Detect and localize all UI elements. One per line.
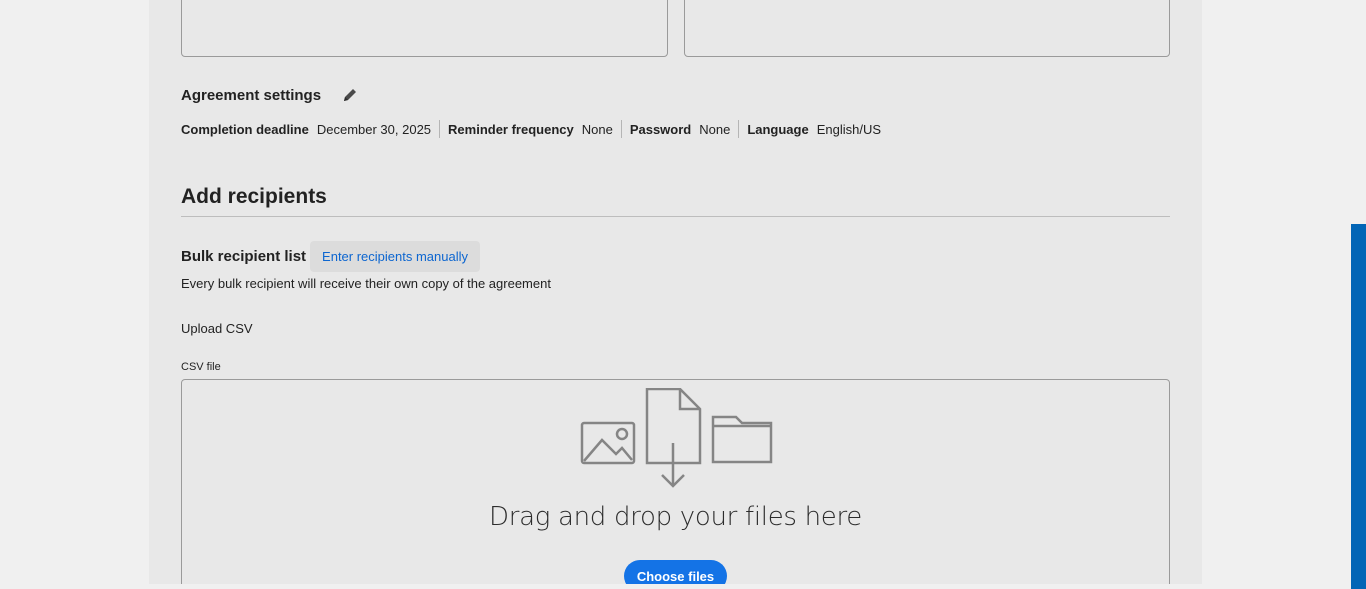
dropzone-illustration — [580, 388, 773, 488]
setting-value: December 30, 2025 — [316, 121, 432, 137]
upload-csv-label: Upload CSV — [181, 321, 253, 336]
pencil-icon[interactable] — [341, 86, 359, 104]
setting-key: Completion deadline — [181, 121, 309, 137]
setting-value: English/US — [816, 121, 882, 137]
bulk-recipient-description: Every bulk recipient will receive their … — [181, 276, 551, 291]
setting-completion-deadline: Completion deadline December 30, 2025 — [181, 120, 439, 138]
agreement-settings-title: Agreement settings — [181, 86, 322, 104]
setting-value: None — [699, 121, 731, 137]
section-divider — [181, 216, 1170, 217]
add-recipients-title: Add recipients — [181, 185, 327, 208]
image-icon — [580, 421, 636, 465]
setting-value: None — [581, 121, 613, 137]
setting-reminder-frequency: Reminder frequency None — [439, 120, 621, 138]
setting-key: Password — [629, 121, 692, 137]
document-download-icon — [645, 388, 702, 488]
setting-language: Language English/US — [738, 120, 889, 138]
agreement-settings-header: Agreement settings — [181, 86, 359, 104]
folder-icon — [711, 415, 773, 464]
bulk-recipient-label: Bulk recipient list — [181, 248, 307, 265]
csv-file-label: CSV file — [181, 361, 221, 373]
setting-key: Language — [747, 121, 809, 137]
agreement-settings-row: Completion deadline December 30, 2025 Re… — [181, 120, 889, 138]
preview-box-left — [181, 0, 668, 57]
side-panel-strip[interactable] — [1351, 224, 1366, 589]
setting-key: Reminder frequency — [448, 121, 574, 137]
main-panel: Agreement settings Completion deadline D… — [149, 0, 1202, 584]
choose-files-button[interactable]: Choose files — [624, 560, 727, 584]
setting-password: Password None — [620, 120, 739, 138]
bulk-recipient-row: Bulk recipient list Enter recipients man… — [181, 241, 481, 272]
dropzone-text: Drag and drop your files here — [488, 502, 862, 532]
enter-recipients-manually-button[interactable]: Enter recipients manually — [310, 241, 481, 272]
preview-box-right — [684, 0, 1170, 57]
file-dropzone[interactable]: Drag and drop your files here Choose fil… — [181, 379, 1170, 584]
